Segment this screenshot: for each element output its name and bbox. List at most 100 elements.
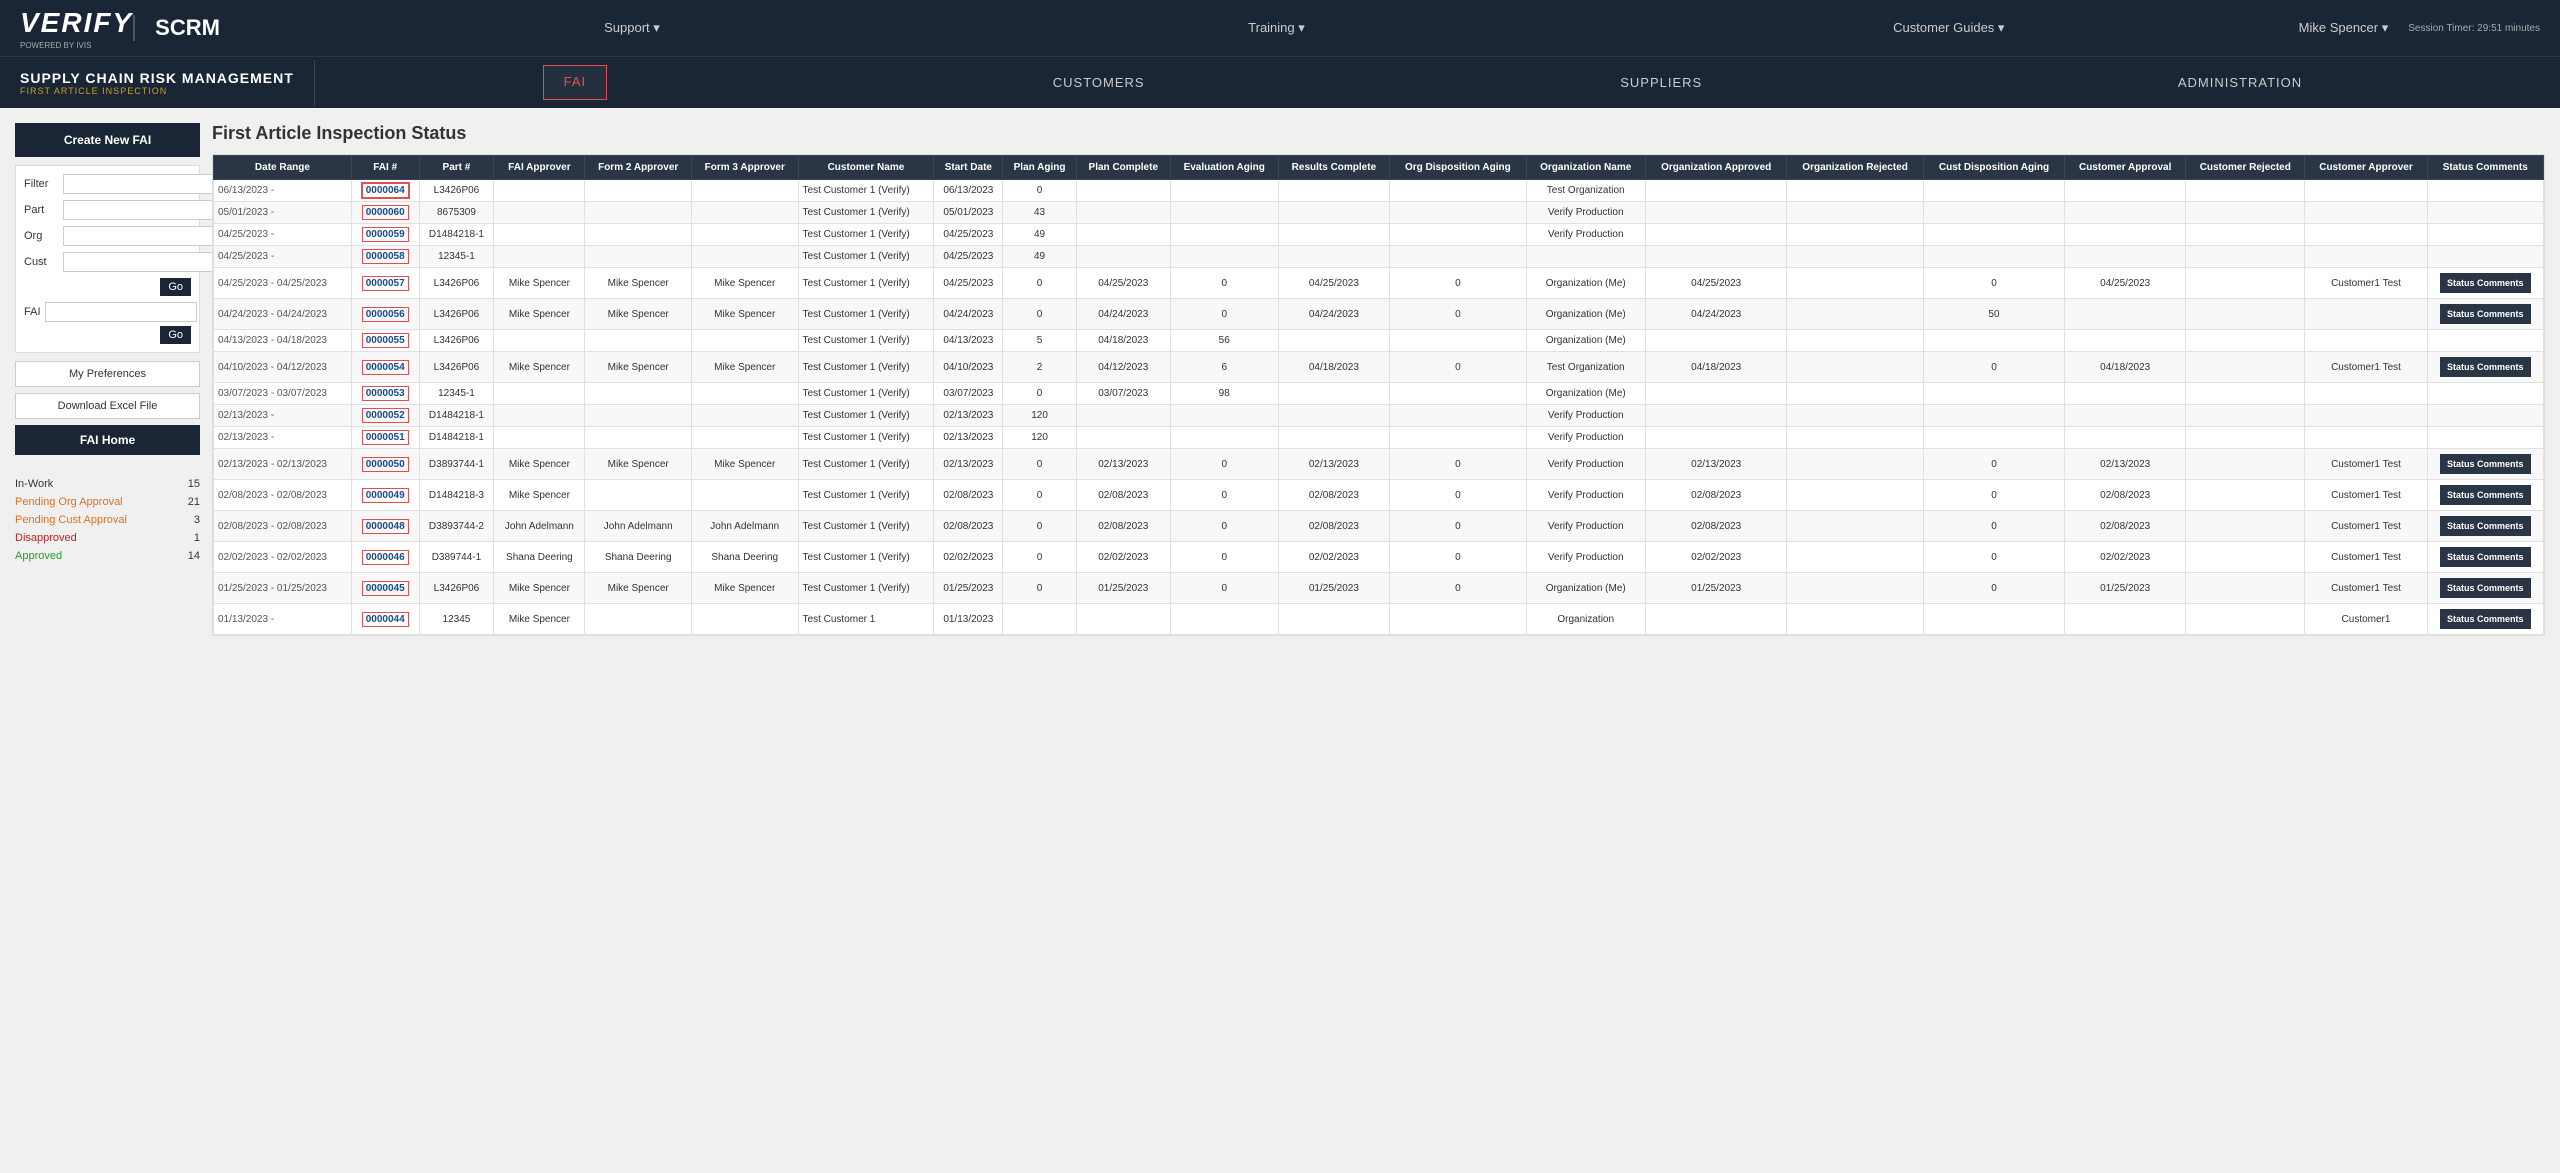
go-button-fai[interactable]: Go	[160, 326, 191, 344]
td-org-name: Verify Production	[1526, 511, 1645, 542]
td-fai-num[interactable]: 0000049	[351, 480, 419, 511]
td-status-comments	[2427, 202, 2543, 224]
nav-customer-guides[interactable]: Customer Guides ▾	[1893, 20, 2004, 36]
app-subtitle: FIRST ARTICLE INSPECTION	[20, 86, 294, 96]
td-fai-num[interactable]: 0000045	[351, 573, 419, 604]
td-org-rejected	[1787, 604, 1923, 635]
status-in-work[interactable]: In-Work 15	[15, 475, 200, 493]
td-cust-rejected	[2186, 268, 2305, 299]
td-part-num: D3893744-1	[419, 449, 494, 480]
part-input[interactable]	[63, 200, 215, 220]
td-org-rejected	[1787, 352, 1923, 383]
td-customer: Test Customer 1 (Verify)	[798, 511, 934, 542]
tab-administration[interactable]: ADMINISTRATION	[2148, 57, 2332, 108]
nav-support[interactable]: Support ▾	[604, 20, 660, 36]
tab-customers[interactable]: CUSTOMERS	[1023, 57, 1175, 108]
td-eval-aging	[1170, 180, 1278, 202]
td-org-name: Organization (Me)	[1526, 299, 1645, 330]
td-fai-num[interactable]: 0000056	[351, 299, 419, 330]
status-comments-button[interactable]: Status Comments	[2440, 357, 2531, 377]
td-form3-approver	[691, 246, 798, 268]
td-cust-approver: Customer1 Test	[2305, 480, 2427, 511]
status-pending-org[interactable]: Pending Org Approval 21	[15, 493, 200, 511]
td-form2-approver	[585, 383, 692, 405]
td-fai-num[interactable]: 0000058	[351, 246, 419, 268]
td-status-comments[interactable]: Status Comments	[2427, 480, 2543, 511]
td-fai-num[interactable]: 0000055	[351, 330, 419, 352]
download-excel-button[interactable]: Download Excel File	[15, 393, 200, 419]
nav-user[interactable]: Mike Spencer ▾	[2299, 20, 2389, 36]
td-status-comments[interactable]: Status Comments	[2427, 604, 2543, 635]
filter-input[interactable]	[63, 174, 215, 194]
td-fai-num[interactable]: 0000051	[351, 427, 419, 449]
td-cust-rejected	[2186, 573, 2305, 604]
th-org-name: Organization Name	[1526, 156, 1645, 180]
td-fai-num[interactable]: 0000048	[351, 511, 419, 542]
status-comments-button[interactable]: Status Comments	[2440, 273, 2531, 293]
td-fai-num[interactable]: 0000054	[351, 352, 419, 383]
td-org-name: Test Organization	[1526, 180, 1645, 202]
td-cust-rejected	[2186, 480, 2305, 511]
status-approved[interactable]: Approved 14	[15, 547, 200, 565]
td-status-comments[interactable]: Status Comments	[2427, 299, 2543, 330]
td-fai-num[interactable]: 0000059	[351, 224, 419, 246]
td-status-comments	[2427, 405, 2543, 427]
td-status-comments[interactable]: Status Comments	[2427, 511, 2543, 542]
td-status-comments[interactable]: Status Comments	[2427, 573, 2543, 604]
create-fai-button[interactable]: Create New FAI	[15, 123, 200, 157]
td-fai-num[interactable]: 0000052	[351, 405, 419, 427]
status-comments-button[interactable]: Status Comments	[2440, 547, 2531, 567]
fai-home-button[interactable]: FAI Home	[15, 425, 200, 455]
cust-input[interactable]	[63, 252, 215, 272]
td-org-disp-aging: 0	[1390, 352, 1526, 383]
td-date-range: 02/08/2023 - 02/08/2023	[214, 511, 352, 542]
td-status-comments[interactable]: Status Comments	[2427, 449, 2543, 480]
status-comments-button[interactable]: Status Comments	[2440, 609, 2531, 629]
status-comments-button[interactable]: Status Comments	[2440, 304, 2531, 324]
td-fai-approver	[494, 405, 585, 427]
td-plan-aging: 49	[1003, 246, 1076, 268]
tab-suppliers[interactable]: SUPPLIERS	[1590, 57, 1732, 108]
td-plan-aging: 0	[1003, 449, 1076, 480]
td-org-name: Organization (Me)	[1526, 383, 1645, 405]
td-fai-num[interactable]: 0000046	[351, 542, 419, 573]
td-fai-num[interactable]: 0000057	[351, 268, 419, 299]
td-cust-rejected	[2186, 405, 2305, 427]
td-part-num: D1484218-1	[419, 427, 494, 449]
td-cust-rejected	[2186, 180, 2305, 202]
td-form2-approver: Mike Spencer	[585, 299, 692, 330]
td-part-num: 12345	[419, 604, 494, 635]
td-fai-num[interactable]: 0000044	[351, 604, 419, 635]
td-org-rejected	[1787, 405, 1923, 427]
status-list: In-Work 15 Pending Org Approval 21 Pendi…	[15, 475, 200, 565]
td-results-complete: 01/25/2023	[1278, 573, 1390, 604]
my-preferences-button[interactable]: My Preferences	[15, 361, 200, 387]
td-status-comments[interactable]: Status Comments	[2427, 268, 2543, 299]
td-form2-approver: Mike Spencer	[585, 268, 692, 299]
fai-input[interactable]	[45, 302, 197, 322]
td-org-rejected	[1787, 542, 1923, 573]
status-pending-cust[interactable]: Pending Cust Approval 3	[15, 511, 200, 529]
td-plan-aging: 0	[1003, 573, 1076, 604]
td-fai-num[interactable]: 0000050	[351, 449, 419, 480]
status-disapproved[interactable]: Disapproved 1	[15, 529, 200, 547]
td-results-complete	[1278, 330, 1390, 352]
td-org-approved: 04/24/2023	[1645, 299, 1787, 330]
status-comments-button[interactable]: Status Comments	[2440, 516, 2531, 536]
td-fai-num[interactable]: 0000060	[351, 202, 419, 224]
tab-fai[interactable]: FAI	[543, 65, 608, 100]
td-fai-num[interactable]: 0000064	[351, 180, 419, 202]
td-cust-approver	[2305, 246, 2427, 268]
go-button-filter[interactable]: Go	[160, 278, 191, 296]
status-comments-button[interactable]: Status Comments	[2440, 578, 2531, 598]
nav-training[interactable]: Training ▾	[1248, 20, 1305, 36]
td-fai-num[interactable]: 0000053	[351, 383, 419, 405]
status-comments-button[interactable]: Status Comments	[2440, 454, 2531, 474]
td-status-comments[interactable]: Status Comments	[2427, 352, 2543, 383]
org-input[interactable]	[63, 226, 215, 246]
status-comments-button[interactable]: Status Comments	[2440, 485, 2531, 505]
td-plan-aging: 0	[1003, 180, 1076, 202]
td-status-comments[interactable]: Status Comments	[2427, 542, 2543, 573]
td-cust-disp-aging: 0	[1923, 352, 2065, 383]
td-cust-approver: Customer1 Test	[2305, 511, 2427, 542]
